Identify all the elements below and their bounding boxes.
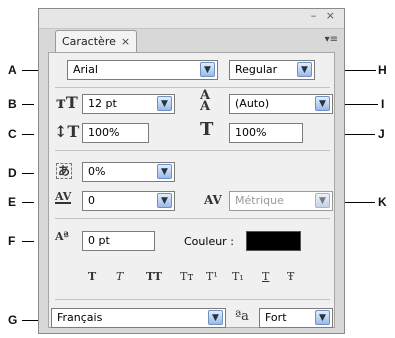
chevron-down-icon[interactable]: ▼ bbox=[315, 193, 330, 208]
separator bbox=[55, 218, 330, 219]
tab-character[interactable]: Caractère × bbox=[55, 30, 138, 52]
tracking-icon: AV bbox=[55, 190, 72, 204]
callout-j: J bbox=[378, 127, 385, 141]
antialias-select[interactable]: Fort ▼ bbox=[259, 308, 333, 328]
panel-title-bar[interactable]: – × bbox=[39, 9, 344, 29]
callout-h: H bbox=[378, 63, 387, 77]
panel-menu-icon[interactable]: ▾≡ bbox=[325, 34, 338, 45]
tab-close-icon[interactable]: × bbox=[121, 32, 130, 52]
character-panel: – × Caractère × ▾≡ Arial ▼ Regular ▼ ᴛT … bbox=[38, 8, 345, 334]
leader-line-c bbox=[22, 134, 34, 135]
separator bbox=[55, 87, 330, 88]
leader-line-f bbox=[22, 241, 34, 242]
callout-c: C bbox=[8, 127, 17, 141]
kerning-value: Métrique bbox=[235, 194, 284, 207]
leading-value: (Auto) bbox=[235, 97, 270, 110]
faux-italic-button[interactable]: T bbox=[116, 270, 123, 284]
color-swatch[interactable] bbox=[246, 231, 301, 251]
vertical-scale-icon: ↕T bbox=[54, 122, 80, 141]
chevron-down-icon[interactable]: ▼ bbox=[157, 164, 172, 179]
separator bbox=[55, 299, 330, 300]
callout-b: B bbox=[8, 97, 17, 111]
callout-f: F bbox=[8, 234, 16, 248]
tsume-select[interactable]: 0% ▼ bbox=[82, 162, 175, 182]
chevron-down-icon[interactable]: ▼ bbox=[297, 62, 312, 77]
callout-a: A bbox=[8, 63, 17, 77]
horizontal-scale-icon: T bbox=[200, 119, 214, 140]
chevron-down-icon[interactable]: ▼ bbox=[157, 193, 172, 208]
all-caps-button[interactable]: TT bbox=[146, 270, 162, 284]
callout-g: G bbox=[8, 313, 18, 327]
kerning-icon: AV bbox=[204, 193, 222, 207]
superscript-button[interactable]: T¹ bbox=[206, 270, 218, 284]
vertical-scale-value: 100% bbox=[88, 126, 120, 139]
tab-label: Caractère bbox=[62, 34, 116, 48]
callout-i: I bbox=[381, 97, 385, 111]
tracking-select[interactable]: 0 ▼ bbox=[82, 191, 175, 211]
subscript-button[interactable]: T₁ bbox=[232, 270, 244, 284]
chevron-down-icon[interactable]: ▼ bbox=[208, 310, 223, 325]
faux-bold-button[interactable]: T bbox=[88, 270, 96, 284]
leading-select[interactable]: (Auto) ▼ bbox=[229, 94, 333, 114]
horizontal-scale-value: 100% bbox=[235, 126, 267, 139]
kerning-select[interactable]: Métrique ▼ bbox=[229, 191, 333, 211]
small-caps-button[interactable]: Tт bbox=[180, 270, 193, 284]
font-family-value: Arial bbox=[73, 63, 98, 76]
separator bbox=[55, 150, 330, 151]
leading-icon: AA bbox=[200, 88, 211, 114]
baseline-shift-icon: Aª bbox=[55, 230, 69, 243]
tracking-value: 0 bbox=[88, 194, 95, 207]
font-style-select[interactable]: Regular ▼ bbox=[229, 60, 315, 80]
color-label: Couleur : bbox=[184, 235, 234, 248]
chevron-down-icon[interactable]: ▼ bbox=[315, 310, 330, 325]
font-size-icon: ᴛT bbox=[56, 93, 78, 112]
leader-line-d bbox=[22, 173, 34, 174]
baseline-shift-value: 0 pt bbox=[88, 234, 110, 247]
chevron-down-icon[interactable]: ▼ bbox=[315, 96, 330, 111]
vertical-scale-input[interactable]: 100% bbox=[82, 123, 149, 143]
language-select[interactable]: Français ▼ bbox=[51, 308, 226, 328]
baseline-shift-input[interactable]: 0 pt bbox=[82, 231, 155, 251]
font-size-value: 12 pt bbox=[88, 97, 117, 110]
font-family-select[interactable]: Arial ▼ bbox=[67, 60, 218, 80]
window-buttons[interactable]: – × bbox=[311, 9, 338, 22]
font-style-value: Regular bbox=[235, 63, 278, 76]
callout-k: K bbox=[378, 195, 387, 209]
tsume-icon: あ bbox=[56, 163, 73, 179]
callout-e: E bbox=[8, 195, 17, 209]
chevron-down-icon[interactable]: ▼ bbox=[157, 96, 172, 111]
tsume-value: 0% bbox=[88, 165, 106, 178]
antialias-value: Fort bbox=[265, 311, 287, 324]
panel-content: Arial ▼ Regular ▼ ᴛT 12 pt ▼ AA (Auto) ▼… bbox=[48, 52, 335, 328]
antialias-icon: ªa bbox=[235, 309, 249, 324]
horizontal-scale-input[interactable]: 100% bbox=[229, 123, 303, 143]
leader-line-b bbox=[22, 104, 34, 105]
underline-button[interactable]: T bbox=[262, 270, 269, 284]
callout-d: D bbox=[8, 166, 17, 180]
chevron-down-icon[interactable]: ▼ bbox=[200, 62, 215, 77]
language-value: Français bbox=[57, 311, 103, 324]
leader-line-e bbox=[22, 202, 34, 203]
font-size-select[interactable]: 12 pt ▼ bbox=[82, 94, 175, 114]
strikethrough-button[interactable]: Ŧ bbox=[287, 270, 294, 284]
